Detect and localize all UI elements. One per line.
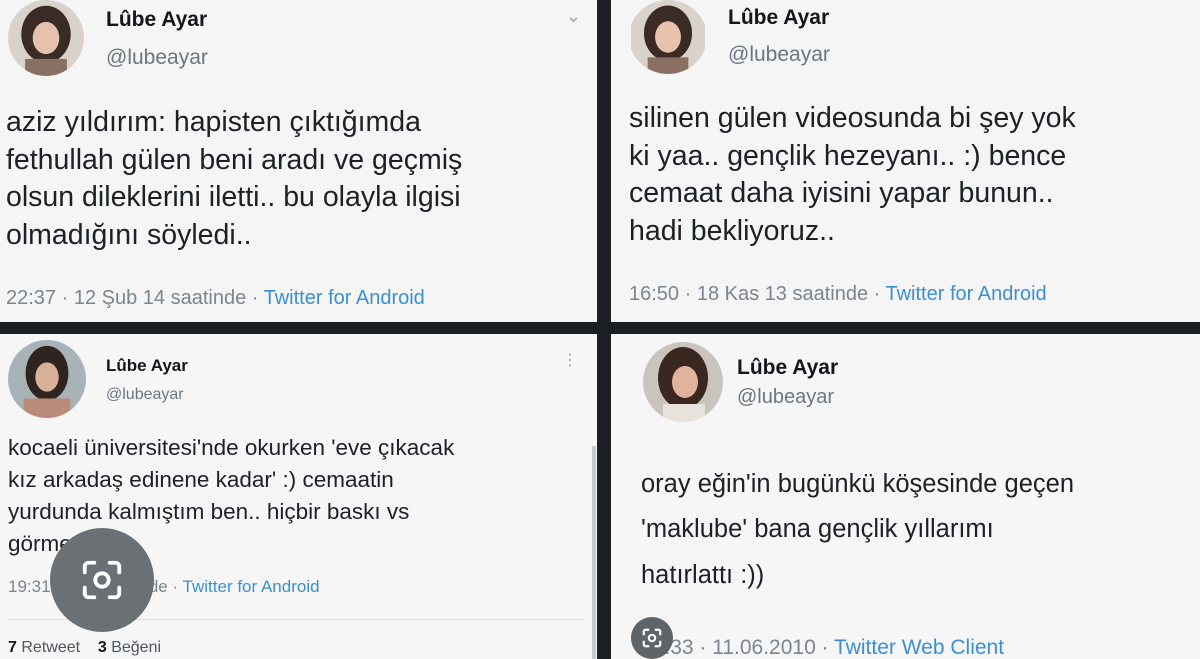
tweet-text: oray eğin'in bugünkü köşesinde geçen 'ma… xyxy=(641,470,1075,589)
profile-avatar[interactable] xyxy=(643,342,723,422)
client-link[interactable]: Twitter for Android xyxy=(264,287,425,309)
username[interactable]: @lubeayar xyxy=(106,46,208,70)
retweet-label[interactable]: Retweet xyxy=(21,639,80,656)
tweet-meta: 22:37 · 12 Şub 14 saatinde · Twitter for… xyxy=(6,287,425,310)
chevron-down-icon[interactable]: ⌄ xyxy=(566,6,581,27)
engagement-stats: 7 Retweet 3 Beğeni xyxy=(8,639,161,657)
username[interactable]: @lubeayar xyxy=(728,43,830,67)
username[interactable]: @lubeayar xyxy=(106,386,184,404)
client-link[interactable]: Twitter for Android xyxy=(885,283,1046,305)
tweet-text: aziz yıldırım: hapisten çıktığımda fethu… xyxy=(6,106,463,251)
client-link[interactable]: Twitter Web Client xyxy=(834,636,1004,659)
tweet-meta: 13:33 · 11.06.2010 · Twitter Web Client xyxy=(641,636,1004,659)
scrollbar[interactable] xyxy=(592,446,596,659)
username[interactable]: @lubeayar xyxy=(737,386,834,409)
tweet-card-1: Lûbe Ayar @lubeayar ⌄ aziz yıldırım: hap… xyxy=(0,0,597,322)
like-count[interactable]: 3 xyxy=(98,639,107,656)
display-name[interactable]: Lûbe Ayar xyxy=(728,6,829,30)
retweet-count[interactable]: 7 xyxy=(8,639,17,656)
profile-avatar[interactable] xyxy=(8,340,86,418)
display-name[interactable]: Lûbe Ayar xyxy=(737,356,838,380)
tweet-card-4: Lûbe Ayar @lubeayar oray eğin'in bugünkü… xyxy=(611,334,1200,659)
timestamp[interactable]: 22:37 · 12 Şub 14 saatinde · xyxy=(6,287,264,309)
client-link[interactable]: Twitter for Android xyxy=(183,577,320,596)
profile-avatar[interactable] xyxy=(629,0,707,74)
timestamp[interactable]: 16:50 · 18 Kas 13 saatinde · xyxy=(629,283,885,305)
more-vertical-icon[interactable]: ⋮ xyxy=(562,350,578,370)
profile-avatar[interactable] xyxy=(8,0,84,76)
image-search-icon[interactable] xyxy=(50,528,154,632)
like-label[interactable]: Beğeni xyxy=(111,639,161,656)
image-search-icon[interactable] xyxy=(631,617,673,659)
tweet-meta: 16:50 · 18 Kas 13 saatinde · Twitter for… xyxy=(629,283,1047,306)
tweet-card-2: Lûbe Ayar @lubeayar silinen gülen videos… xyxy=(611,0,1200,322)
display-name[interactable]: Lûbe Ayar xyxy=(106,8,207,32)
tweet-text: silinen gülen videosunda bi şey yok ki y… xyxy=(629,102,1076,247)
display-name[interactable]: Lûbe Ayar xyxy=(106,356,188,376)
